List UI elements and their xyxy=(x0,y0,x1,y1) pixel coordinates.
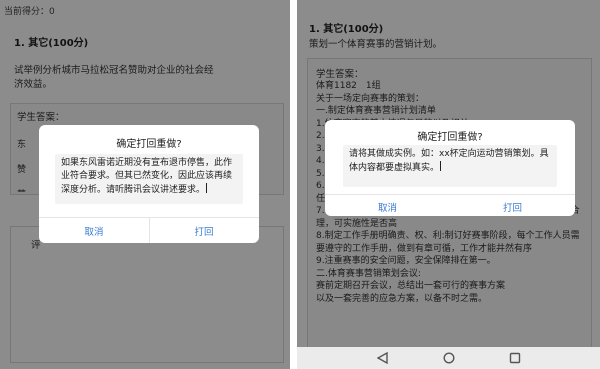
home-icon[interactable] xyxy=(443,352,455,364)
right-screen: 1. 其它(100分) 策划一个体育赛事的营销计划。 学生答案： 体育1182 … xyxy=(297,0,600,369)
cancel-button[interactable]: 取消 xyxy=(325,200,450,214)
left-screen: 当前得分：0 1. 其它(100分) 试举例分析城市马拉松冠名赞助对企业的社会经… xyxy=(0,0,290,369)
recents-icon[interactable] xyxy=(509,352,521,364)
back-icon[interactable] xyxy=(377,352,389,364)
reject-button[interactable]: 打回 xyxy=(450,200,575,214)
reject-reason-text: 请将其做成实例。如：xx杯定向运动营销策划。具体内容都要虚拟真实。 xyxy=(349,149,549,173)
reject-button[interactable]: 打回 xyxy=(149,224,259,238)
dialog-title: 确定打回重做? xyxy=(417,132,483,143)
reject-dialog: 确定打回重做? 如果东风雷诺近期没有宣布退市停售，此作业符合要求。但其已然变化，… xyxy=(39,125,259,243)
android-nav-bar xyxy=(297,347,600,369)
cancel-button[interactable]: 取消 xyxy=(39,224,149,238)
dialog-divider xyxy=(325,194,575,195)
reject-reason-input[interactable]: 如果东风雷诺近期没有宣布退市停售，此作业符合要求。但其已然变化，因此应该再续深度… xyxy=(55,154,243,204)
reject-dialog: 确定打回重做? 请将其做成实例。如：xx杯定向运动营销策划。具体内容都要虚拟真实… xyxy=(325,120,575,216)
screenshot-gap xyxy=(290,0,297,369)
text-caret xyxy=(440,161,442,171)
reject-reason-input[interactable]: 请将其做成实例。如：xx杯定向运动营销策划。具体内容都要虚拟真实。 xyxy=(343,145,557,187)
text-caret xyxy=(206,183,208,193)
dialog-title: 确定打回重做? xyxy=(116,139,182,150)
